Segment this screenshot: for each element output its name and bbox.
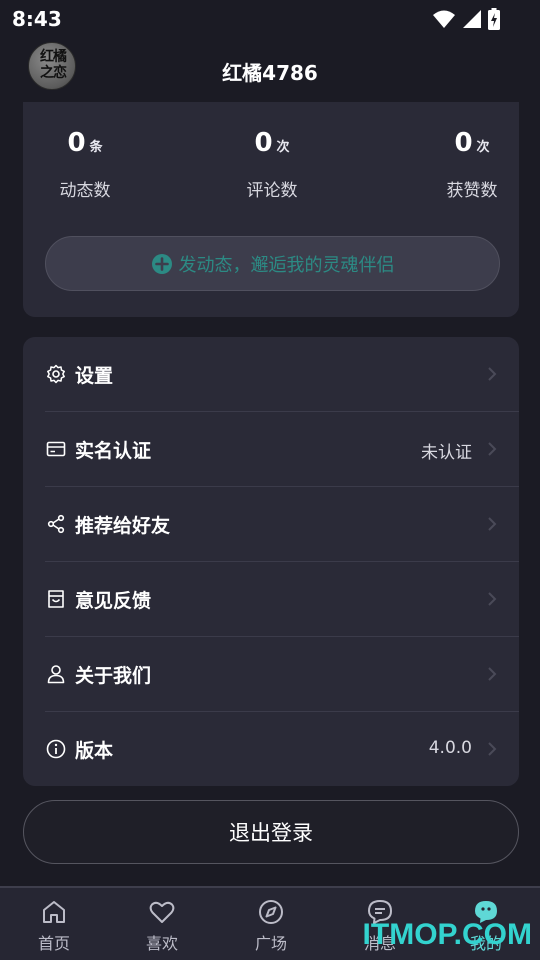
status-bar: 8:43 — [0, 0, 540, 36]
logout-button[interactable]: 退出登录 — [23, 800, 519, 864]
heart-icon — [149, 901, 175, 923]
info-icon — [46, 739, 66, 759]
watermark: ITMOP.COM — [362, 918, 532, 951]
header: 红橘 之恋 红橘4786 — [0, 38, 540, 100]
compass-icon — [259, 900, 283, 924]
stat-unit: 次 — [276, 140, 290, 155]
nav-label: 喜欢 — [145, 934, 178, 953]
chevron-right-icon — [488, 367, 497, 381]
stat-unit: 条 — [89, 140, 103, 155]
chevron-right-icon — [488, 667, 497, 681]
stat-value-row: 0 次 — [412, 128, 532, 164]
stat-value-row: 0 次 — [212, 128, 332, 164]
menu-item-share[interactable]: 推荐给好友 — [23, 487, 519, 562]
menu-label: 设置 — [75, 365, 114, 387]
menu-item-settings[interactable]: 设置 — [23, 337, 519, 412]
wifi-icon — [433, 10, 455, 28]
menu-item-about[interactable]: 关于我们 — [23, 637, 519, 712]
battery-icon — [488, 8, 500, 30]
logout-label: 退出登录 — [229, 821, 313, 845]
version-value: 4.0.0 — [428, 738, 472, 758]
menu-card: 设置 实名认证 未认证 推荐给好友 意见反馈 关于我们 版本 4.0.0 — [23, 337, 519, 786]
nav-label: 首页 — [37, 934, 70, 953]
share-icon — [47, 514, 65, 534]
id-card-icon — [46, 441, 66, 457]
menu-label: 关于我们 — [75, 665, 152, 687]
stat-value: 0 — [454, 128, 473, 158]
chevron-right-icon — [488, 742, 497, 756]
stat-unit: 次 — [476, 140, 490, 155]
stat-comments[interactable]: 0 次 评论数 — [212, 128, 332, 201]
gear-icon — [47, 364, 65, 384]
menu-label: 推荐给好友 — [75, 515, 171, 537]
stat-label: 获赞数 — [446, 181, 498, 201]
chevron-right-icon — [488, 592, 497, 606]
page-title: 红橘4786 — [222, 61, 318, 85]
nav-home[interactable]: 首页 — [14, 898, 94, 954]
stats-card: 0 条 动态数 0 次 评论数 0 次 获赞数 发动态，邂逅我的灵魂伴侣 — [23, 102, 519, 317]
nav-likes[interactable]: 喜欢 — [122, 898, 202, 954]
signal-icon — [463, 10, 481, 28]
menu-item-verification[interactable]: 实名认证 未认证 — [23, 412, 519, 487]
stat-value: 0 — [67, 128, 86, 158]
nav-square[interactable]: 广场 — [231, 898, 311, 954]
post-button[interactable]: 发动态，邂逅我的灵魂伴侣 — [45, 236, 500, 291]
stat-value-row: 0 条 — [25, 128, 145, 164]
chevron-right-icon — [488, 442, 497, 456]
stat-likes[interactable]: 0 次 获赞数 — [412, 128, 532, 201]
post-button-label: 发动态，邂逅我的灵魂伴侣 — [178, 254, 395, 276]
verification-status: 未认证 — [421, 443, 472, 463]
stat-value: 0 — [254, 128, 273, 158]
feedback-icon — [48, 590, 64, 608]
stat-label: 动态数 — [59, 181, 111, 201]
menu-item-version[interactable]: 版本 4.0.0 — [23, 712, 519, 787]
menu-label: 意见反馈 — [75, 590, 152, 612]
status-icons — [432, 8, 500, 30]
stat-label: 评论数 — [246, 181, 298, 201]
home-icon — [43, 901, 65, 923]
stat-posts[interactable]: 0 条 动态数 — [25, 128, 145, 201]
status-time: 8:43 — [12, 7, 62, 31]
person-icon — [47, 665, 65, 684]
nav-label: 广场 — [254, 934, 287, 953]
menu-label: 版本 — [75, 740, 114, 762]
menu-item-feedback[interactable]: 意见反馈 — [23, 562, 519, 637]
plus-circle-icon — [151, 253, 172, 274]
menu-label: 实名认证 — [75, 440, 152, 462]
chevron-right-icon — [488, 517, 497, 531]
profile-screen: 8:43 红橘 之恋 红橘4786 0 条 动态数 0 次 评论数 0 次 获赞… — [0, 0, 540, 960]
